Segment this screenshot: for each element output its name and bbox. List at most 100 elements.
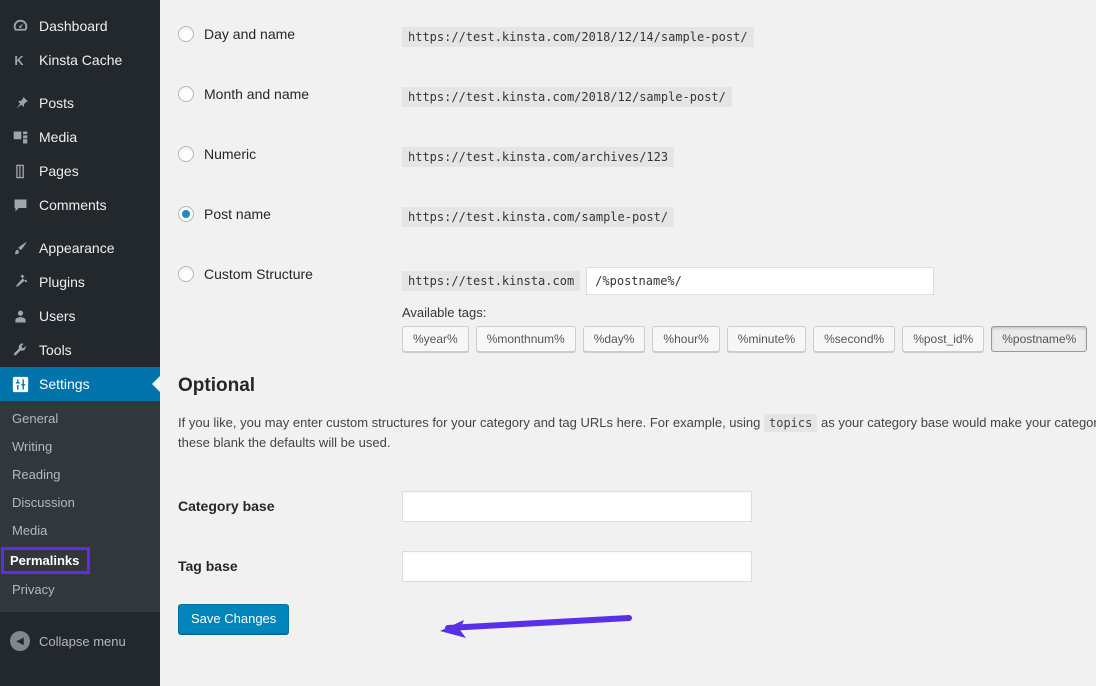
- radio-custom-structure[interactable]: [178, 266, 194, 282]
- tag-base-label: Tag base: [178, 558, 402, 574]
- sidebar-group-spacer: [0, 77, 160, 86]
- sidebar-item-plugins[interactable]: Plugins: [0, 265, 160, 299]
- sidebar-item-label: Posts: [39, 96, 74, 110]
- sidebar-item-media[interactable]: Media: [0, 120, 160, 154]
- permalink-option-label-cell: Post name: [178, 204, 402, 222]
- radio-day-and-name[interactable]: [178, 26, 194, 42]
- permalink-option-label[interactable]: Numeric: [204, 146, 256, 162]
- submenu-item-reading[interactable]: Reading: [0, 461, 160, 489]
- optional-desc-part3: these blank the defaults will be used.: [178, 435, 390, 450]
- sliders-icon: [10, 374, 30, 394]
- permalink-example-url: https://test.kinsta.com/2018/12/sample-p…: [402, 87, 732, 107]
- permalink-option-label[interactable]: Month and name: [204, 86, 309, 102]
- tag-button-postname[interactable]: %postname%: [991, 326, 1087, 352]
- optional-section: Optional If you like, you may enter cust…: [160, 352, 1096, 454]
- permalink-option-label[interactable]: Post name: [204, 206, 271, 222]
- sidebar-item-posts[interactable]: Posts: [0, 86, 160, 120]
- optional-desc-code: topics: [764, 414, 817, 432]
- collapse-menu-button[interactable]: ◀ Collapse menu: [0, 624, 160, 658]
- custom-structure-prefix: https://test.kinsta.com: [402, 271, 580, 291]
- radio-month-and-name[interactable]: [178, 86, 194, 102]
- sidebar-item-comments[interactable]: Comments: [0, 188, 160, 222]
- tag-button-minute[interactable]: %minute%: [727, 326, 806, 352]
- sidebar-item-label: Appearance: [39, 241, 115, 255]
- sidebar-item-users[interactable]: Users: [0, 299, 160, 333]
- collapse-arrow-icon: ◀: [10, 631, 30, 651]
- tag-button-year[interactable]: %year%: [402, 326, 469, 352]
- permalink-custom-structure-row: Custom Structure https://test.kinsta.com…: [178, 264, 1096, 352]
- tag-button-monthnum[interactable]: %monthnum%: [476, 326, 576, 352]
- category-base-input[interactable]: [402, 491, 752, 522]
- permalink-common-settings: Day and name https://test.kinsta.com/201…: [160, 0, 1096, 352]
- submenu-item-privacy[interactable]: Privacy: [0, 576, 160, 604]
- permalink-option-label-cell: Day and name: [178, 24, 402, 42]
- permalink-option-value-cell: https://test.kinsta.com/2018/12/14/sampl…: [402, 24, 754, 47]
- permalink-option-value-cell: https://test.kinsta.com/2018/12/sample-p…: [402, 84, 732, 107]
- sidebar-item-label: Pages: [39, 164, 79, 178]
- available-tags-list: %year% %monthnum% %day% %hour% %minute% …: [402, 326, 1087, 352]
- optional-description: If you like, you may enter custom struct…: [178, 413, 1096, 455]
- tag-button-post-id[interactable]: %post_id%: [902, 326, 984, 352]
- collapse-menu-label: Collapse menu: [39, 634, 126, 649]
- custom-structure-input[interactable]: [586, 267, 934, 295]
- pin-icon: [10, 93, 30, 113]
- sidebar-top-spacer: [0, 0, 160, 9]
- permalink-option-row: Post name https://test.kinsta.com/sample…: [178, 204, 1096, 264]
- submenu-item-permalinks[interactable]: Permalinks: [1, 547, 90, 574]
- radio-post-name[interactable]: [178, 206, 194, 222]
- permalink-option-label[interactable]: Day and name: [204, 26, 295, 42]
- optional-desc-part2: as your category base would make your ca…: [821, 415, 1096, 430]
- permalink-option-value-cell: https://test.kinsta.com/archives/123: [402, 144, 674, 167]
- submenu-item-media[interactable]: Media: [0, 517, 160, 545]
- sidebar-item-dashboard[interactable]: Dashboard: [0, 9, 160, 43]
- sidebar-item-label: Settings: [39, 377, 90, 391]
- permalink-settings-content: Day and name https://test.kinsta.com/201…: [160, 0, 1096, 686]
- media-icon: [10, 127, 30, 147]
- optional-heading: Optional: [178, 374, 1096, 399]
- permalink-option-value-cell: https://test.kinsta.com/sample-post/: [402, 204, 674, 227]
- sidebar-item-label: Kinsta Cache: [39, 53, 122, 67]
- permalink-example-url: https://test.kinsta.com/sample-post/: [402, 207, 674, 227]
- category-base-label: Category base: [178, 498, 402, 514]
- settings-submenu: General Writing Reading Discussion Media…: [0, 401, 160, 612]
- sidebar-item-settings[interactable]: Settings: [0, 367, 160, 401]
- tag-base-input[interactable]: [402, 551, 752, 582]
- tag-button-second[interactable]: %second%: [813, 326, 895, 352]
- dashboard-gauge-icon: [10, 16, 30, 36]
- sidebar-item-pages[interactable]: Pages: [0, 154, 160, 188]
- submenu-item-general[interactable]: General: [0, 405, 160, 433]
- sidebar-item-tools[interactable]: Tools: [0, 333, 160, 367]
- svg-text:K: K: [14, 53, 24, 68]
- tag-button-hour[interactable]: %hour%: [652, 326, 719, 352]
- submenu-permalinks-wrapper: Permalinks: [0, 545, 160, 576]
- sidebar-item-label: Media: [39, 130, 77, 144]
- wordpress-admin-screen: Dashboard K Kinsta Cache Posts Media: [0, 0, 1096, 686]
- sidebar-item-label: Plugins: [39, 275, 85, 289]
- permalink-option-row: Day and name https://test.kinsta.com/201…: [178, 24, 1096, 84]
- permalink-option-label-cell: Month and name: [178, 84, 402, 102]
- permalink-example-url: https://test.kinsta.com/archives/123: [402, 147, 674, 167]
- save-changes-button[interactable]: Save Changes: [178, 604, 289, 634]
- kinsta-k-icon: K: [10, 50, 30, 70]
- sidebar-item-label: Tools: [39, 343, 72, 357]
- submenu-item-discussion[interactable]: Discussion: [0, 489, 160, 517]
- sidebar-item-kinsta-cache[interactable]: K Kinsta Cache: [0, 43, 160, 77]
- submenu-item-writing[interactable]: Writing: [0, 433, 160, 461]
- available-tags-label: Available tags:: [402, 305, 1087, 320]
- optional-desc-part1: If you like, you may enter custom struct…: [178, 415, 760, 430]
- sidebar-item-label: Dashboard: [39, 19, 108, 33]
- pages-icon: [10, 161, 30, 181]
- permalink-option-label-cell: Custom Structure: [178, 264, 402, 282]
- submit-section: Save Changes: [160, 596, 1096, 634]
- sidebar-item-appearance[interactable]: Appearance: [0, 231, 160, 265]
- tag-base-row: Tag base: [178, 536, 1096, 596]
- radio-numeric[interactable]: [178, 146, 194, 162]
- custom-structure-input-row: https://test.kinsta.com: [402, 264, 1087, 295]
- permalink-example-url: https://test.kinsta.com/2018/12/14/sampl…: [402, 27, 754, 47]
- category-base-row: Category base: [178, 476, 1096, 536]
- permalink-option-label[interactable]: Custom Structure: [204, 266, 313, 282]
- admin-sidebar: Dashboard K Kinsta Cache Posts Media: [0, 0, 160, 686]
- tag-button-day[interactable]: %day%: [583, 326, 646, 352]
- wrench-icon: [10, 340, 30, 360]
- sidebar-item-label: Users: [39, 309, 76, 323]
